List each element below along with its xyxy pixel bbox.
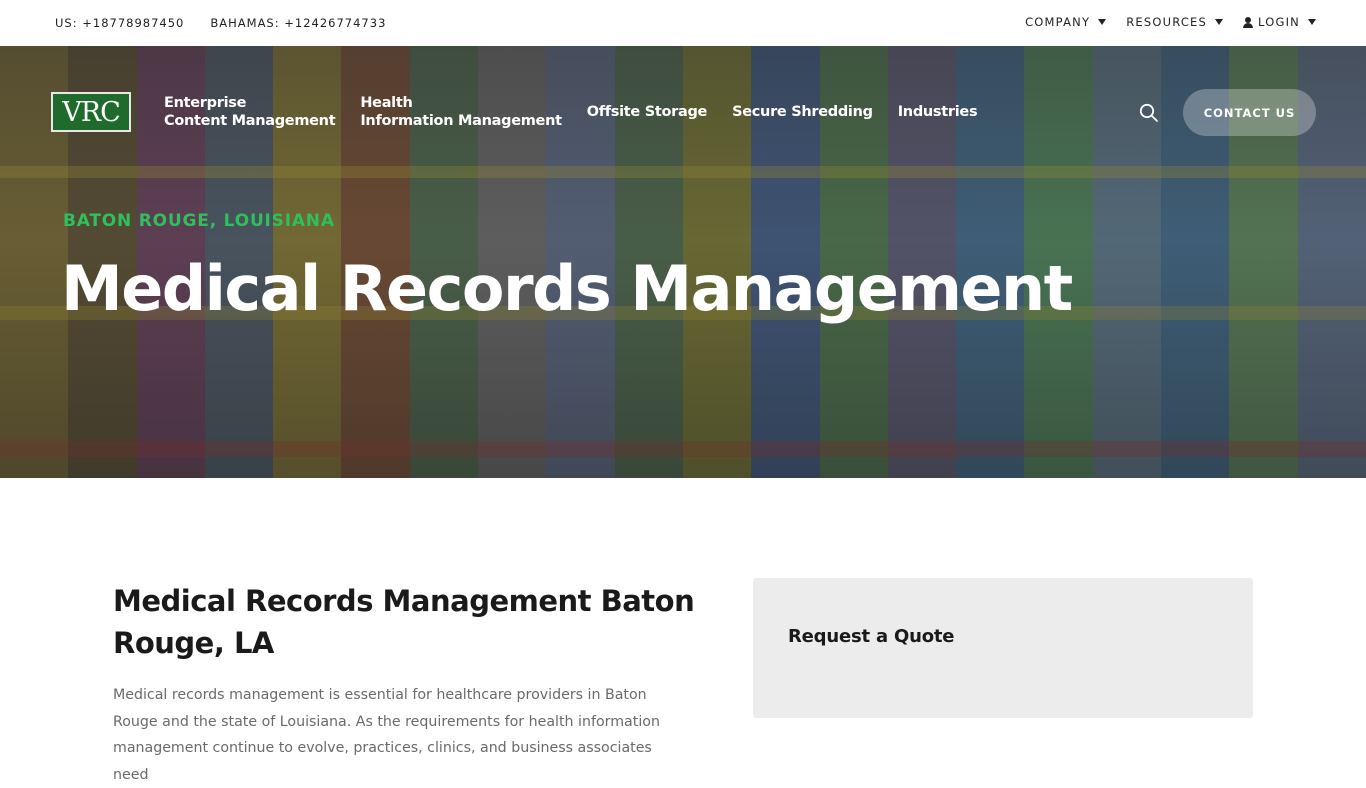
company-menu-label: COMPANY xyxy=(1025,15,1091,29)
us-phone-link[interactable]: US: +18778987450 xyxy=(55,16,184,30)
nav-label-line: Information Management xyxy=(360,113,562,129)
caret-down-icon xyxy=(1098,19,1107,25)
main-navigation: Enterprise Content Management Health Inf… xyxy=(164,94,978,130)
caret-down-icon xyxy=(1308,19,1316,25)
vrc-logo[interactable]: VRC xyxy=(51,92,131,132)
nav-offsite-storage[interactable]: Offsite Storage xyxy=(587,103,708,121)
resources-menu-label: RESOURCES xyxy=(1126,15,1208,29)
bahamas-phone-link[interactable]: BAHAMAS: +12426774733 xyxy=(210,16,386,30)
nav-label-line: Health xyxy=(360,95,413,111)
user-icon xyxy=(1243,16,1254,28)
utility-menu: COMPANY RESOURCES LOGIN xyxy=(1025,15,1316,29)
nav-label-line: Enterprise xyxy=(164,95,247,111)
nav-label-line: Content Management xyxy=(164,113,336,129)
login-menu[interactable]: LOGIN xyxy=(1243,15,1316,29)
section-paragraph: Medical records management is essential … xyxy=(113,687,660,783)
login-menu-label: LOGIN xyxy=(1258,15,1300,29)
top-utility-bar: US: +18778987450 BAHAMAS: +12426774733 C… xyxy=(0,0,1366,46)
request-quote-title: Request a Quote xyxy=(788,626,955,647)
hero-banner: VRC Enterprise Content Management Health… xyxy=(0,46,1366,478)
caret-down-icon xyxy=(1215,19,1224,25)
hero-title: Medical Records Management xyxy=(61,252,1073,325)
phone-numbers: US: +18778987450 BAHAMAS: +12426774733 xyxy=(55,16,386,30)
search-icon[interactable] xyxy=(1139,103,1159,123)
resources-menu[interactable]: RESOURCES xyxy=(1126,15,1224,29)
nav-health-information-management[interactable]: Health Information Management xyxy=(360,94,562,130)
company-menu[interactable]: COMPANY xyxy=(1025,15,1107,29)
request-quote-panel: Request a Quote xyxy=(753,578,1253,718)
nav-enterprise-content-management[interactable]: Enterprise Content Management xyxy=(164,94,336,130)
logo-text: VRC xyxy=(62,96,120,128)
hero-location-label: BATON ROUGE, LOUISIANA xyxy=(63,211,335,231)
nav-secure-shredding[interactable]: Secure Shredding xyxy=(732,103,873,121)
nav-industries[interactable]: Industries xyxy=(898,103,978,121)
section-title: Medical Records Management Baton Rouge, … xyxy=(113,584,695,660)
contact-us-button[interactable]: CONTACT US xyxy=(1183,89,1316,136)
